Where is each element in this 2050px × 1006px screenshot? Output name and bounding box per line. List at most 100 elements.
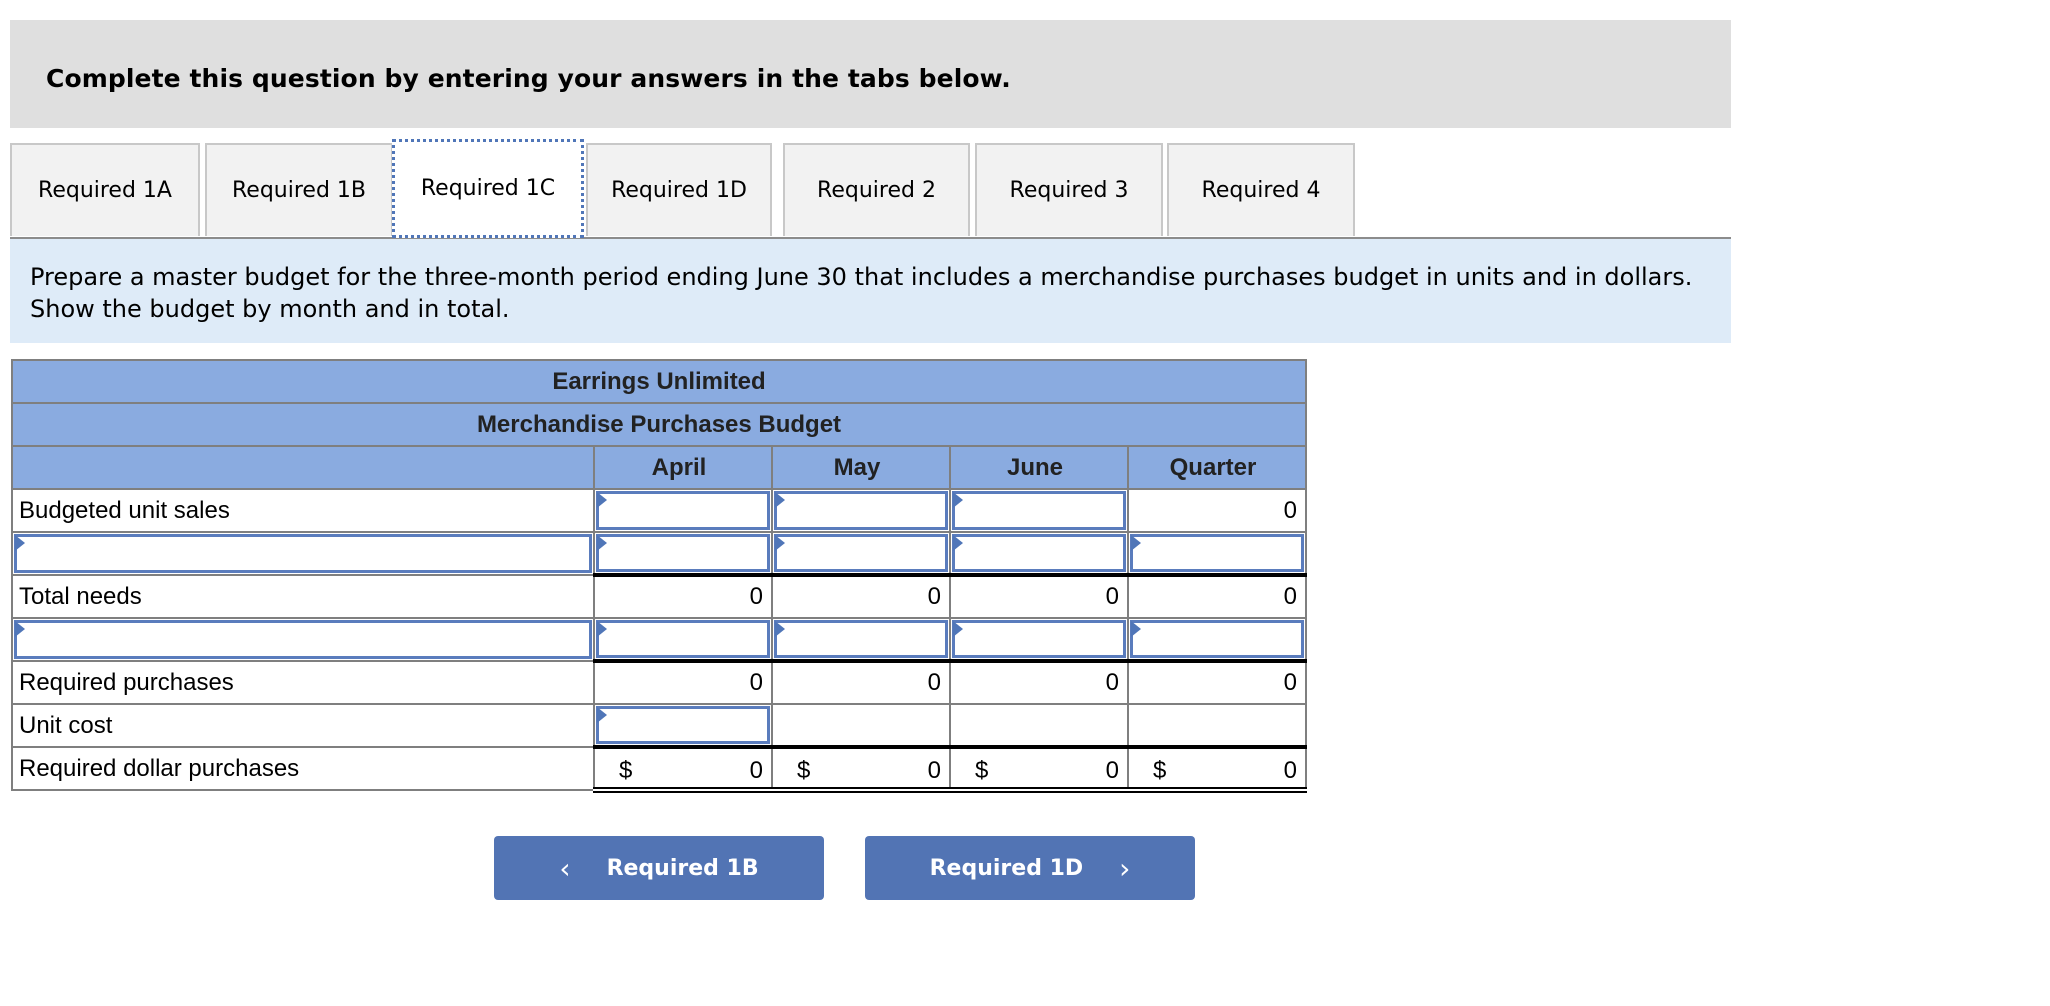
col-header-april: April [593,445,773,490]
description-text: Prepare a master budget for the three-mo… [30,263,1693,323]
amount-input-june[interactable] [957,625,1121,653]
table-row [11,617,1307,662]
amount-input-may[interactable] [779,539,943,567]
tab-required-1b[interactable]: Required 1B [205,143,393,236]
col-header-quarter: Quarter [1127,445,1307,490]
input-cell-may[interactable] [771,531,951,576]
input-cell-june[interactable] [949,531,1129,576]
tab-label: Required 1A [38,178,172,203]
amount-input-april[interactable] [601,496,765,525]
table-row: Required dollar purchases $0 $0 $0 $0 [11,745,1307,793]
value-cell-june: 0 [949,659,1129,705]
amount-input-may[interactable] [779,496,943,525]
value-cell-june [949,703,1129,748]
cell-value: 0 [927,757,941,784]
value-cell-may: $0 [771,745,951,793]
col-header-may: May [771,445,951,490]
row-label-input[interactable] [19,625,587,654]
cell-value: 0 [1283,757,1297,784]
currency-symbol: $ [1153,757,1167,784]
tab-label: Required 1D [611,178,747,203]
tab-required-1c[interactable]: Required 1C [392,139,584,238]
row-label: Required purchases [11,660,595,705]
value-cell-april: $0 [593,745,773,793]
input-cell-quarter[interactable] [1127,617,1307,662]
tab-required-4[interactable]: Required 4 [1167,143,1355,236]
input-cell-april[interactable] [593,488,773,533]
cell-value: 0 [1105,757,1119,784]
amount-input-may[interactable] [779,625,943,653]
title-row: Merchandise Purchases Budget [11,402,1307,447]
question-description: Prepare a master budget for the three-mo… [10,239,1731,343]
input-cell-april[interactable] [593,703,773,748]
chevron-right-icon: › [1119,851,1131,885]
value-cell-may: 0 [771,573,951,619]
row-label-input-cell[interactable] [11,531,595,576]
table-row: Total needs 0 0 0 0 [11,573,1307,619]
row-label-input[interactable] [19,539,587,568]
tab-required-3[interactable]: Required 3 [975,143,1163,236]
currency-symbol: $ [975,757,989,784]
row-label: Total needs [11,574,595,619]
prev-button-label: Required 1B [606,855,759,881]
value-cell-quarter: 0 [1127,488,1307,533]
prev-tab-button[interactable]: ‹ Required 1B [494,836,824,900]
input-cell-april[interactable] [593,531,773,576]
table-row: Required purchases 0 0 0 0 [11,659,1307,705]
tab-label: Required 2 [817,178,936,203]
amount-input-quarter[interactable] [1135,625,1299,653]
table-row: Unit cost [11,703,1307,748]
row-label-input-cell[interactable] [11,617,595,662]
column-header-row: April May June Quarter [11,445,1307,490]
value-cell-may: 0 [771,659,951,705]
company-name: Earrings Unlimited [11,359,1307,404]
tab-label: Required 1B [232,178,366,203]
blank-header [11,445,595,490]
table-row: Budgeted unit sales 0 [11,488,1307,533]
tab-bar: Required 1A Required 1B Required 1C Requ… [10,139,1731,238]
value-cell-quarter: 0 [1127,573,1307,619]
value-cell-quarter: 0 [1127,659,1307,705]
input-cell-april[interactable] [593,617,773,662]
amount-input-june[interactable] [957,539,1121,567]
tab-required-2[interactable]: Required 2 [783,143,970,236]
input-cell-june[interactable] [949,488,1129,533]
chevron-left-icon: ‹ [559,851,571,885]
value-cell-june: $0 [949,745,1129,793]
value-cell-may [771,703,951,748]
amount-input-april[interactable] [601,625,765,653]
value-cell-quarter: $0 [1127,745,1307,793]
value-cell-april: 0 [593,573,773,619]
next-button-label: Required 1D [929,855,1084,881]
input-cell-june[interactable] [949,617,1129,662]
instruction-text: Complete this question by entering your … [46,64,1011,93]
row-label: Required dollar purchases [11,746,595,791]
company-row: Earrings Unlimited [11,359,1307,404]
row-label: Budgeted unit sales [11,488,595,533]
cell-value: 0 [749,757,763,784]
next-tab-button[interactable]: Required 1D › [865,836,1195,900]
amount-input-june[interactable] [957,496,1121,525]
currency-symbol: $ [797,757,811,784]
row-label: Unit cost [11,703,595,748]
input-cell-may[interactable] [771,617,951,662]
value-cell-june: 0 [949,573,1129,619]
tab-required-1a[interactable]: Required 1A [10,143,200,236]
tab-label: Required 3 [1009,178,1129,203]
value-cell-quarter [1127,703,1307,748]
merchandise-purchases-budget-table: Earrings Unlimited Merchandise Purchases… [11,359,1307,793]
input-cell-may[interactable] [771,488,951,533]
budget-title: Merchandise Purchases Budget [11,402,1307,447]
col-header-june: June [949,445,1129,490]
input-cell-quarter[interactable] [1127,531,1307,576]
table-row [11,531,1307,576]
amount-input-april[interactable] [601,711,765,739]
currency-symbol: $ [619,757,633,784]
tab-label: Required 4 [1201,178,1321,203]
tab-required-1d[interactable]: Required 1D [586,143,772,236]
amount-input-april[interactable] [601,539,765,567]
instruction-banner: Complete this question by entering your … [10,20,1731,128]
tab-label: Required 1C [420,176,556,201]
amount-input-quarter[interactable] [1135,539,1299,567]
value-cell-april: 0 [593,659,773,705]
